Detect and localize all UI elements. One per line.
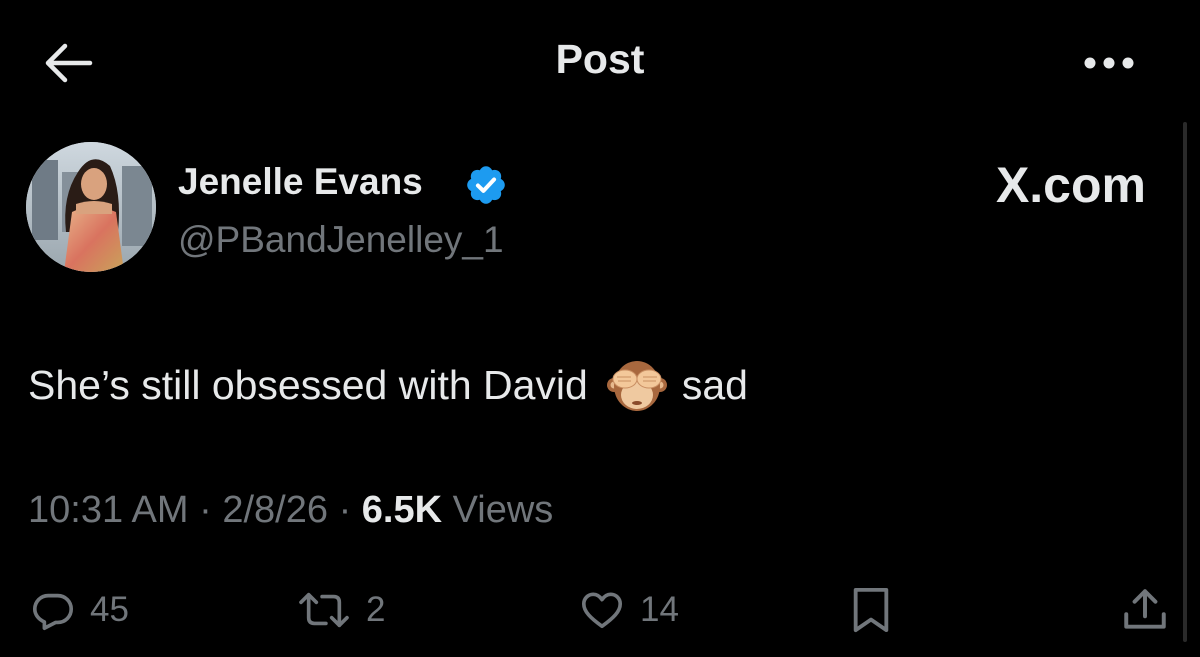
reply-button[interactable]: 45 <box>30 584 129 636</box>
more-horizontal-icon <box>1084 57 1134 69</box>
verified-badge-icon <box>464 163 508 207</box>
tweet-time[interactable]: 10:31 AM <box>28 489 189 531</box>
tweet-text-tail: sad <box>681 361 748 408</box>
bookmark-icon <box>853 587 889 633</box>
repost-button[interactable]: 2 <box>296 584 385 636</box>
reply-icon <box>32 593 74 631</box>
author-name[interactable]: Jenelle Evans <box>178 161 423 203</box>
repost-icon <box>299 592 349 628</box>
views-count: 6.5K <box>361 489 443 531</box>
avatar[interactable] <box>26 142 156 272</box>
avatar-photo <box>26 142 156 272</box>
meta-separator: · <box>199 489 212 531</box>
tweet-text-main: She’s still obsessed with David <box>28 361 588 408</box>
like-button[interactable]: 14 <box>578 584 679 636</box>
heart-icon <box>581 592 623 629</box>
arrow-left-icon <box>45 43 93 83</box>
tweet-text: She’s still obsessed with David sad <box>28 357 748 413</box>
views-label: Views <box>452 489 554 531</box>
author-handle[interactable]: @PBandJenelley_1 <box>178 219 504 261</box>
bookmark-button[interactable] <box>848 584 894 636</box>
watermark: X.com <box>995 157 1146 213</box>
scrollbar[interactable] <box>1183 122 1187 642</box>
page-title: Post <box>555 36 645 82</box>
share-button[interactable] <box>1120 584 1170 636</box>
repost-count: 2 <box>366 590 386 629</box>
reply-count: 45 <box>90 590 129 629</box>
like-count: 14 <box>640 590 679 629</box>
more-options-button[interactable] <box>1080 46 1140 80</box>
meta-separator: · <box>338 489 352 531</box>
share-icon <box>1124 589 1166 629</box>
back-button[interactable] <box>40 40 96 86</box>
tweet-meta: 10:31 AM · 2/8/26 · 6.5K Views <box>28 489 553 532</box>
see-no-evil-monkey-icon <box>606 357 668 413</box>
tweet-date[interactable]: 2/8/26 <box>222 489 328 531</box>
header-title-wrap: Post <box>0 36 1200 83</box>
